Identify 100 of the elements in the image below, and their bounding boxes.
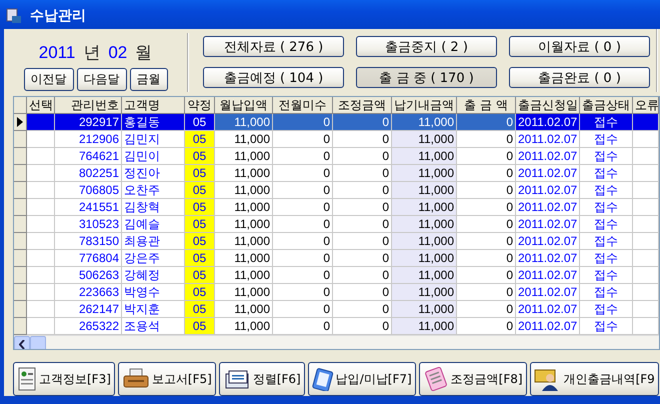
table-cell: 2011.02.07 (516, 114, 580, 131)
scroll-left-button[interactable] (14, 336, 30, 349)
table-cell: 212906 (55, 131, 122, 148)
table-cell: 접수 (580, 131, 633, 148)
table-cell: 11,000 (392, 165, 457, 182)
table-cell: 05 (185, 131, 215, 148)
table-cell: 11,000 (392, 216, 457, 233)
table-cell: 접수 (580, 148, 633, 165)
toolbar-button[interactable]: 정렬[F6] (218, 362, 305, 396)
table-row[interactable]: 706805 오찬주 05 11,000 0 0 11,000 0 2011.02.07 접수 (14, 182, 659, 199)
table-cell: 0 (457, 233, 516, 250)
notepad-icon (422, 367, 449, 391)
table-cell: 05 (185, 284, 215, 301)
table-cell: 0 (457, 114, 516, 131)
table-cell: 262147 (55, 301, 122, 318)
table-cell: 292917 (55, 114, 122, 131)
table-cell: 박지훈 (122, 301, 185, 318)
table-cell: 11,000 (392, 199, 457, 216)
filter-button[interactable]: 출금완료 ( 0 ) (509, 67, 650, 88)
table-cell: 접수 (580, 301, 633, 318)
table-cell: 0 (333, 301, 392, 318)
table-cell: 0 (333, 233, 392, 250)
app-icon (6, 8, 22, 24)
table-cell: 0 (273, 284, 333, 301)
table-cell: 2011.02.07 (516, 148, 580, 165)
table-row[interactable]: 241551 김창혁 05 11,000 0 0 11,000 0 2011.02.07 접수 (14, 199, 659, 216)
table-cell: 776804 (55, 250, 122, 267)
table-row[interactable]: 506263 강혜정 05 11,000 0 0 11,000 0 2011.02.07 접수 (14, 267, 659, 284)
table-cell: 2011.02.07 (516, 284, 580, 301)
table-cell: 11,000 (215, 199, 273, 216)
table-cell: 05 (185, 182, 215, 199)
table-cell: 강은주 (122, 250, 185, 267)
document-icon (17, 367, 37, 391)
table-cell: 11,000 (392, 233, 457, 250)
table-cell: 접수 (580, 318, 633, 335)
card-stack-icon (222, 368, 251, 390)
table-cell: 0 (273, 318, 333, 335)
filter-button[interactable]: 이월자료 ( 0 ) (509, 36, 650, 57)
table-cell: 2011.02.07 (516, 233, 580, 250)
toolbar-button[interactable]: 고객정보[F3] (13, 362, 115, 396)
filter-button[interactable]: 출 금 중 ( 170 ) (356, 67, 497, 88)
table-cell: 0 (333, 131, 392, 148)
table-cell: 05 (185, 267, 215, 284)
table-cell: 0 (333, 114, 392, 131)
table-cell: 0 (333, 216, 392, 233)
table-cell: 2011.02.07 (516, 216, 580, 233)
table-row[interactable]: 292917 홍길동 05 11,000 0 0 11,000 0 2011.02.07 접수 (14, 114, 659, 131)
table-cell: 0 (273, 114, 333, 131)
table-cell: 11,000 (215, 284, 273, 301)
table-row[interactable]: 783150 최용관 05 11,000 0 0 11,000 0 2011.02.07 접수 (14, 233, 659, 250)
toolbar-button[interactable]: 조정금액[F8] (418, 362, 527, 396)
table-row[interactable]: 223663 박영수 05 11,000 0 0 11,000 0 2011.02.07 접수 (14, 284, 659, 301)
table-cell: 접수 (580, 233, 633, 250)
table-row[interactable]: 262147 박지훈 05 11,000 0 0 11,000 0 2011.02.07 접수 (14, 301, 659, 318)
year-unit: 년 (83, 42, 100, 64)
table-cell: 0 (457, 267, 516, 284)
table-row[interactable]: 212906 김민지 05 11,000 0 0 11,000 0 2011.02.07 접수 (14, 131, 659, 148)
table-row[interactable]: 310523 김예슬 05 11,000 0 0 11,000 0 2011.02.07 접수 (14, 216, 659, 233)
table-cell: 강혜정 (122, 267, 185, 284)
table-cell: 0 (457, 131, 516, 148)
table-cell: 11,000 (215, 216, 273, 233)
table-cell: 05 (185, 165, 215, 182)
table-cell: 접수 (580, 284, 633, 301)
table-cell: 0 (333, 318, 392, 335)
table-cell: 11,000 (215, 165, 273, 182)
table-cell: 0 (273, 216, 333, 233)
toolbar-button[interactable]: 개인출금내역[F9 (530, 362, 659, 396)
table-cell: 706805 (55, 182, 122, 199)
table-cell: 0 (333, 199, 392, 216)
table-cell: 정진아 (122, 165, 185, 182)
table-cell: 11,000 (215, 114, 273, 131)
toolbar-button[interactable]: 납입/미납[F7] (308, 362, 416, 396)
table-row[interactable]: 764621 김민이 05 11,000 0 0 11,000 0 2011.02.07 접수 (14, 148, 659, 165)
table-cell: 0 (273, 131, 333, 148)
table-cell: 802251 (55, 165, 122, 182)
table-cell: 05 (185, 318, 215, 335)
table-cell: 접수 (580, 165, 633, 182)
printer-icon (122, 368, 150, 390)
table-cell: 0 (457, 318, 516, 335)
table-cell: 2011.02.07 (516, 199, 580, 216)
period-button[interactable]: 금월 (130, 68, 168, 91)
period-button[interactable]: 이전달 (24, 68, 74, 91)
table-cell: 11,000 (215, 318, 273, 335)
table-cell: 0 (457, 284, 516, 301)
filter-button[interactable]: 전체자료 ( 276 ) (203, 36, 344, 57)
period-button[interactable]: 다음달 (76, 68, 126, 91)
table-row[interactable]: 802251 정진아 05 11,000 0 0 11,000 0 2011.02.07 접수 (14, 165, 659, 182)
table-cell: 11,000 (392, 148, 457, 165)
scroll-thumb[interactable] (30, 336, 46, 349)
filter-button[interactable]: 출금예정 ( 104 ) (203, 67, 344, 88)
table-cell: 0 (457, 216, 516, 233)
table-cell: 0 (273, 199, 333, 216)
table-cell: 05 (185, 250, 215, 267)
filter-button[interactable]: 출금중지 ( 2 ) (356, 36, 497, 57)
table-cell: 11,000 (392, 114, 457, 131)
table-row[interactable]: 265322 조용석 05 11,000 0 0 11,000 0 2011.02.07 접수 (14, 318, 659, 335)
table-row[interactable]: 776804 강은주 05 11,000 0 0 11,000 0 2011.02.07 접수 (14, 250, 659, 267)
table-cell: 11,000 (215, 267, 273, 284)
toolbar-button[interactable]: 보고서[F5] (118, 362, 216, 396)
table-cell: 11,000 (392, 301, 457, 318)
